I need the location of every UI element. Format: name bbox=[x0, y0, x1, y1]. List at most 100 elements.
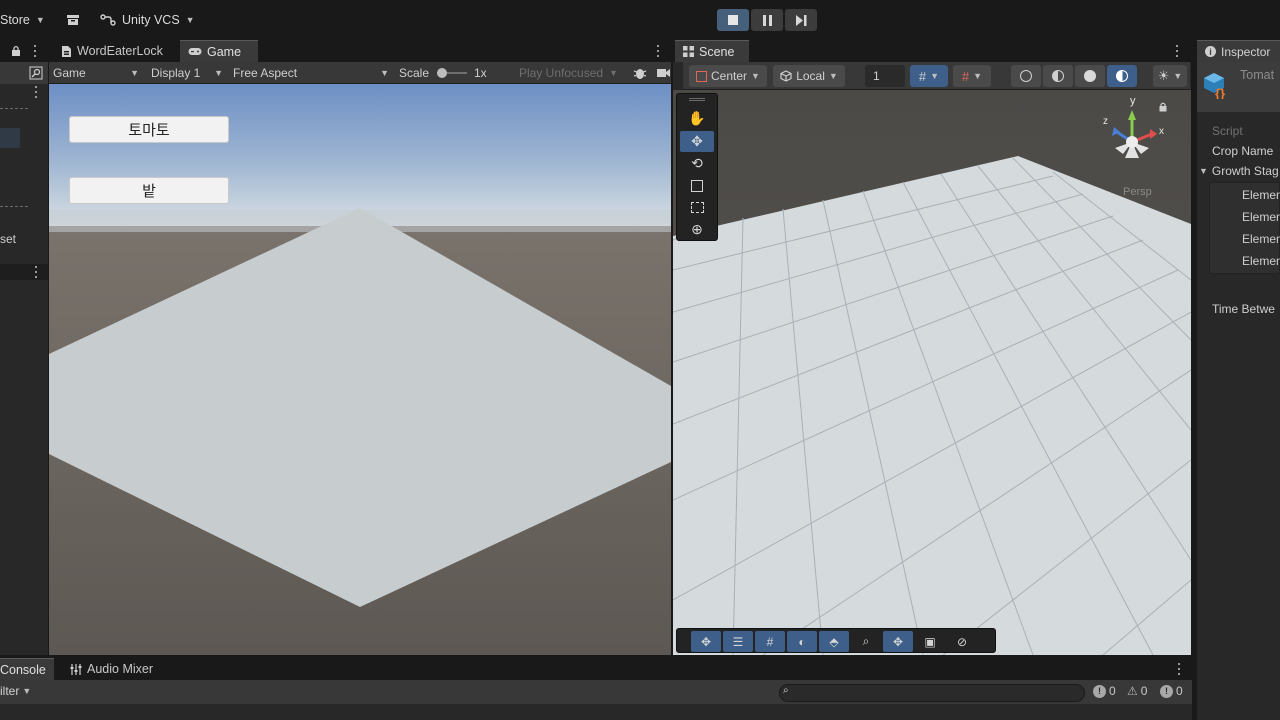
orientation-overlay-button[interactable]: ◐ bbox=[787, 631, 817, 652]
list-item[interactable]: Elemen bbox=[1242, 232, 1280, 246]
palette-grip[interactable] bbox=[689, 98, 705, 99]
slider-thumb[interactable] bbox=[437, 68, 447, 78]
chevron-down-icon: ▼ bbox=[1199, 166, 1208, 176]
pivot-icon bbox=[696, 70, 708, 82]
section-header bbox=[0, 264, 48, 280]
archive-button[interactable] bbox=[66, 8, 80, 32]
lock-icon[interactable] bbox=[11, 45, 21, 57]
more-options-icon[interactable] bbox=[30, 44, 40, 58]
pause-button[interactable] bbox=[751, 9, 783, 31]
tab-console[interactable]: Console bbox=[0, 658, 54, 680]
tab-label: Game bbox=[207, 44, 242, 59]
crop-name-label: Crop Name bbox=[1212, 144, 1274, 158]
orientation-gizmo[interactable]: y z x Persp bbox=[1095, 95, 1169, 202]
grid-visibility-dropdown[interactable]: # ▼ bbox=[910, 65, 948, 87]
shaded-button[interactable] bbox=[1075, 65, 1105, 87]
unity-vcs-dropdown[interactable]: Unity VCS ▼ bbox=[100, 8, 195, 32]
scale-tool[interactable] bbox=[680, 175, 714, 196]
move-overlay-button[interactable]: ✥ bbox=[691, 631, 721, 652]
more-options-icon[interactable] bbox=[31, 265, 41, 279]
aspect-dropdown[interactable]: Free Aspect ▼ bbox=[233, 62, 389, 84]
asset-store-dropdown[interactable]: Store ▼ bbox=[0, 8, 45, 32]
list-item[interactable]: Elemen bbox=[1242, 210, 1280, 224]
button-label: 밭 bbox=[142, 183, 156, 200]
view-mode-dropdown[interactable]: Game ▼ bbox=[53, 62, 143, 84]
more-options-icon[interactable] bbox=[1172, 44, 1182, 58]
more-options-icon[interactable] bbox=[31, 85, 41, 99]
growth-stages-foldout[interactable]: ▼ Growth Stag bbox=[1199, 164, 1279, 178]
field-button[interactable]: 밭 bbox=[69, 177, 229, 204]
scale-slider[interactable] bbox=[437, 68, 467, 78]
more-options-icon[interactable] bbox=[1174, 662, 1184, 676]
warning-count: 0 bbox=[1140, 684, 1148, 698]
growth-stages-label: Growth Stag bbox=[1211, 164, 1279, 178]
transform-icon: ⊕ bbox=[691, 221, 703, 237]
cube-icon bbox=[780, 70, 792, 82]
axis-gizmo-icon bbox=[1112, 110, 1157, 158]
tab-label: Audio Mixer bbox=[87, 662, 153, 676]
shaded-wireframe-button[interactable] bbox=[1043, 65, 1073, 87]
list-item[interactable]: Elemen bbox=[1242, 254, 1280, 268]
snap-settings-dropdown[interactable]: # ▼ bbox=[953, 65, 991, 87]
tab-audio-mixer[interactable]: Audio Mixer bbox=[62, 658, 161, 680]
camera-overlay-button[interactable]: ▣ bbox=[915, 631, 945, 652]
tomato-button[interactable]: 토마토 bbox=[69, 116, 229, 143]
grid-snap-input[interactable]: 1 bbox=[865, 65, 905, 87]
move-icon: ✥ bbox=[691, 133, 703, 149]
bug-icon[interactable] bbox=[633, 66, 647, 80]
hand-tool[interactable]: ✋ bbox=[680, 108, 714, 129]
tab-inspector[interactable]: i Inspector bbox=[1197, 40, 1280, 62]
step-button[interactable] bbox=[785, 9, 817, 31]
game-view-toolbar: Game ▼ Display 1 ▼ Free Aspect ▼ Scale 1… bbox=[49, 62, 671, 84]
lock-icon[interactable] bbox=[1159, 102, 1167, 112]
navmesh-overlay-button[interactable]: ⬘ bbox=[819, 631, 849, 652]
align-overlay-button[interactable]: ☰ bbox=[723, 631, 753, 652]
move-tool[interactable]: ✥ bbox=[680, 131, 714, 152]
orbit-icon: ◐ bbox=[798, 634, 806, 649]
filter-dropdown[interactable]: ilter ▼ bbox=[0, 684, 31, 698]
grid-icon bbox=[683, 46, 694, 57]
space-dropdown[interactable]: Local ▼ bbox=[773, 65, 845, 87]
scale-icon bbox=[691, 179, 703, 192]
selected-row[interactable] bbox=[0, 128, 20, 148]
projection-label[interactable]: Persp bbox=[1123, 186, 1152, 198]
game-viewport[interactable]: 토마토 밭 bbox=[49, 84, 671, 655]
display-label: Display 1 bbox=[151, 66, 201, 80]
project-item-label[interactable]: set bbox=[0, 232, 16, 246]
transform-tool[interactable]: ⊕ bbox=[680, 219, 714, 240]
chevron-down-icon: ▼ bbox=[973, 71, 983, 81]
tab-game[interactable]: Game bbox=[180, 40, 258, 62]
info-count-toggle[interactable]: ! 0 bbox=[1160, 684, 1183, 698]
camera-icon[interactable] bbox=[657, 67, 671, 79]
pivot-dropdown[interactable]: Center ▼ bbox=[689, 65, 767, 87]
tab-wordeaterlock[interactable]: WordEaterLock bbox=[53, 40, 171, 62]
play-controls bbox=[717, 9, 819, 31]
more-options-icon[interactable] bbox=[653, 44, 663, 58]
object-name[interactable]: Tomat bbox=[1240, 68, 1274, 82]
scene-tabbar: Scene bbox=[673, 40, 1191, 62]
wireframe-shading-button[interactable] bbox=[1011, 65, 1041, 87]
info-icon: i bbox=[1205, 46, 1216, 57]
store-label: Store bbox=[0, 13, 30, 27]
search-scene-icon[interactable] bbox=[29, 66, 43, 80]
lighting-dropdown[interactable]: ☀ ▼ bbox=[1153, 65, 1187, 87]
scale-value: 1x bbox=[474, 66, 487, 80]
pivot-overlay-button[interactable]: ✥ bbox=[883, 631, 913, 652]
unlit-button[interactable] bbox=[1107, 65, 1137, 87]
play-focus-dropdown[interactable]: Play Unfocused ▼ bbox=[519, 62, 618, 84]
list-item[interactable]: Elemen bbox=[1242, 188, 1280, 202]
display-dropdown[interactable]: Display 1 ▼ bbox=[151, 62, 223, 84]
compass-overlay-button[interactable]: ⊘ bbox=[947, 631, 977, 652]
vcs-label: Unity VCS bbox=[122, 13, 180, 27]
rect-tool[interactable] bbox=[680, 197, 714, 218]
scene-viewport[interactable]: y z x Persp bbox=[673, 90, 1191, 655]
console-search-input[interactable]: ⌕ bbox=[779, 684, 1085, 702]
stop-button[interactable] bbox=[717, 9, 749, 31]
grid-overlay-button[interactable]: # bbox=[755, 631, 785, 652]
error-count-toggle[interactable]: ! 0 bbox=[1093, 684, 1116, 698]
tab-scene[interactable]: Scene bbox=[675, 40, 749, 62]
warning-count-toggle[interactable]: ⚠ 0 bbox=[1127, 684, 1147, 698]
rotate-tool[interactable]: ⟲ bbox=[680, 153, 714, 174]
search-overlay-button[interactable]: ⌕ bbox=[851, 631, 881, 652]
gizmo-x-label: x bbox=[1159, 126, 1164, 137]
